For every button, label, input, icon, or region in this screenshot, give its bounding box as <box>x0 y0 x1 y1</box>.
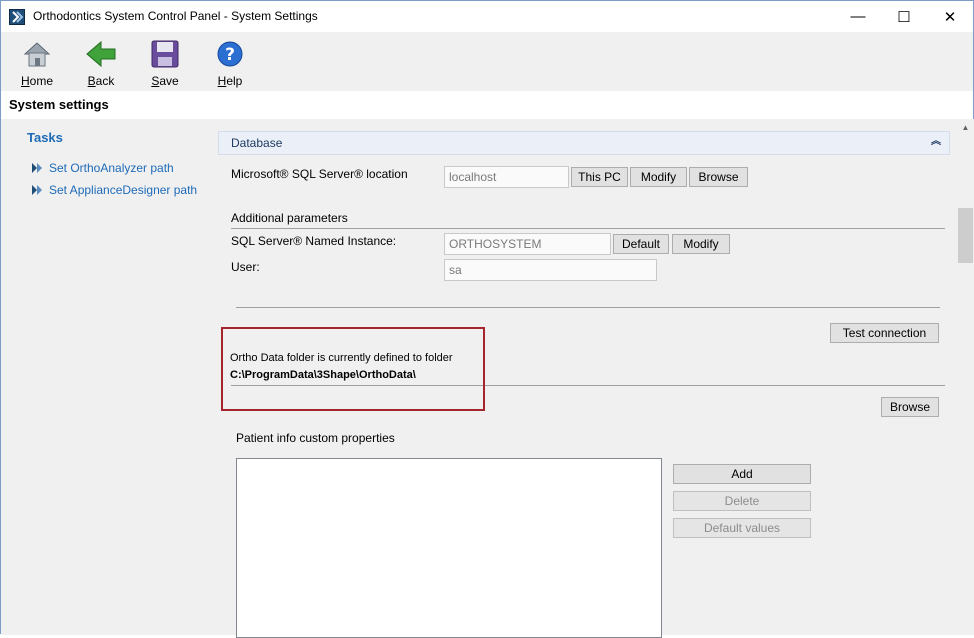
title-bar: Orthodontics System Control Panel - Syst… <box>1 1 973 32</box>
back-arrow-icon <box>86 40 116 68</box>
minimize-icon: — <box>850 8 866 25</box>
patient-info-label: Patient info custom properties <box>236 431 395 445</box>
svg-text:?: ? <box>225 45 235 65</box>
close-button[interactable]: ✕ <box>927 1 973 32</box>
named-instance-label: SQL Server® Named Instance: <box>231 234 397 248</box>
database-section-header[interactable]: Database ︽ <box>218 131 950 155</box>
divider <box>231 228 945 229</box>
home-icon <box>23 42 51 67</box>
window-title: Orthodontics System Control Panel - Syst… <box>33 9 318 23</box>
task-label: Set ApplianceDesigner path <box>49 183 198 197</box>
default-instance-button[interactable]: Default <box>613 234 669 254</box>
double-chevron-icon <box>32 185 42 195</box>
help-question-icon: ? <box>217 41 243 67</box>
back-button[interactable]: Back <box>73 36 129 88</box>
default-values-button[interactable]: Default values <box>673 518 811 538</box>
patient-info-list[interactable] <box>236 458 662 638</box>
scroll-up-icon[interactable]: ▲ <box>957 119 974 136</box>
maximize-icon: ☐ <box>897 8 911 26</box>
browse-ortho-data-button[interactable]: Browse <box>881 397 939 417</box>
page-header: System settings <box>1 91 973 119</box>
user-label: User: <box>231 260 260 274</box>
add-property-button[interactable]: Add <box>673 464 811 484</box>
home-label: Home <box>20 74 53 88</box>
sql-location-field[interactable] <box>444 166 569 188</box>
highlight-annotation <box>221 327 485 411</box>
double-chevron-icon <box>32 163 42 173</box>
page-title: System settings <box>9 97 109 112</box>
back-label: Back <box>87 74 115 88</box>
this-pc-button[interactable]: This PC <box>571 167 628 187</box>
toolbar: Home Back Save ? Help <box>1 32 973 91</box>
collapse-icon[interactable]: ︽ <box>929 136 943 150</box>
task-pane: Tasks Set OrthoAnalyzer path Set Applian… <box>1 119 211 635</box>
help-button[interactable]: ? Help <box>202 36 258 88</box>
close-icon: ✕ <box>943 8 957 26</box>
delete-property-button[interactable]: Delete <box>673 491 811 511</box>
named-instance-field[interactable] <box>444 233 611 255</box>
browse-location-button[interactable]: Browse <box>689 167 748 187</box>
save-button[interactable]: Save <box>137 36 193 88</box>
task-label: Set OrthoAnalyzer path <box>49 161 174 175</box>
task-set-orthoanalyzer-path[interactable]: Set OrthoAnalyzer path <box>31 159 174 177</box>
home-button[interactable]: Home <box>9 36 65 88</box>
modify-instance-button[interactable]: Modify <box>672 234 730 254</box>
minimize-button[interactable]: — <box>835 1 881 32</box>
test-connection-button[interactable]: Test connection <box>830 323 939 343</box>
help-label: Help <box>217 74 243 88</box>
modify-location-button[interactable]: Modify <box>630 167 687 187</box>
task-set-appliancedesigner-path[interactable]: Set ApplianceDesigner path <box>31 181 197 199</box>
main-window: Orthodontics System Control Panel - Syst… <box>0 0 974 638</box>
scrollbar-thumb[interactable] <box>958 208 973 263</box>
user-field[interactable] <box>444 259 657 281</box>
vertical-scrollbar[interactable]: ▲ <box>957 119 974 635</box>
sql-location-label: Microsoft® SQL Server® location <box>231 167 408 181</box>
tasks-heading: Tasks <box>27 130 63 145</box>
section-title: Database <box>231 136 283 150</box>
divider <box>236 307 940 308</box>
maximize-button[interactable]: ☐ <box>881 1 927 32</box>
floppy-disk-icon <box>151 40 179 68</box>
save-label: Save <box>151 74 179 88</box>
app-icon <box>9 9 25 25</box>
additional-parameters-heading: Additional parameters <box>231 211 348 225</box>
